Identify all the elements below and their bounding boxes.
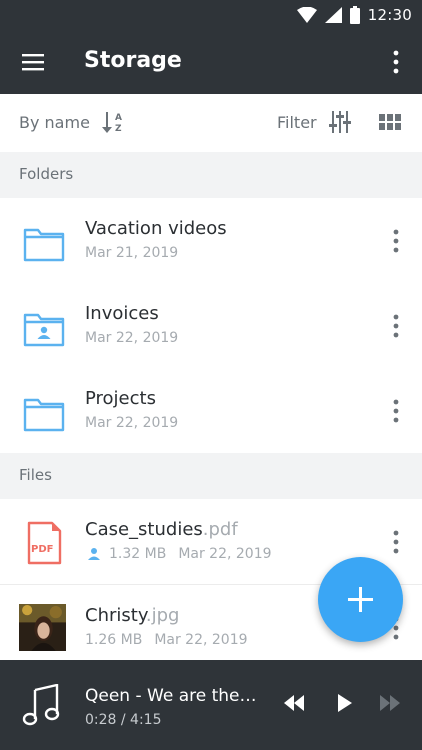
folder-name: Invoices [85, 303, 159, 324]
file-name: Case_studies.pdf [85, 519, 238, 540]
track-title: Qeen - We are the… [85, 686, 257, 706]
menu-icon[interactable] [22, 50, 46, 74]
more-options-icon[interactable] [384, 48, 408, 76]
music-note-icon [22, 684, 60, 726]
pdf-label: PDF [31, 544, 53, 555]
file-size: 1.26 MB [85, 632, 143, 648]
pdf-icon: PDF [27, 521, 62, 565]
track-time: 0:28 / 4:15 [85, 712, 162, 728]
date-text: Mar 22, 2019 [85, 415, 179, 431]
shared-folder-icon [23, 313, 65, 347]
row-more-icon[interactable] [385, 313, 407, 339]
signal-icon [324, 7, 342, 23]
svg-text:Z: Z [115, 124, 122, 134]
folder-icon [23, 398, 65, 432]
status-time: 12:30 [367, 6, 412, 24]
filter-sliders-icon [328, 111, 351, 133]
folder-icon [23, 228, 65, 262]
folder-row[interactable]: Invoices Mar 22, 2019 [0, 283, 422, 369]
status-bar: 12:30 [0, 0, 422, 30]
add-fab-button[interactable] [318, 557, 403, 642]
folder-name: Vacation videos [85, 218, 227, 239]
battery-icon [349, 6, 360, 24]
rewind-icon[interactable] [282, 693, 306, 713]
folder-date: Mar 22, 2019 [85, 330, 178, 346]
play-icon[interactable] [336, 693, 354, 713]
sort-az-icon: A Z [101, 112, 122, 134]
filter-label: Filter [277, 112, 317, 132]
fast-forward-icon[interactable] [378, 693, 402, 713]
folder-date: Mar 22, 2019 [85, 415, 178, 431]
section-header-files: Files [0, 453, 422, 499]
page-title: Storage [84, 48, 182, 73]
status-icons: 12:30 [296, 4, 412, 26]
media-player-bar[interactable]: Qeen - We are the… 0:28 / 4:15 [0, 660, 422, 750]
file-extension: .pdf [202, 519, 238, 540]
folder-date: Mar 21, 2019 [85, 245, 178, 261]
app-bar: Storage [0, 30, 422, 94]
section-title: Files [19, 466, 52, 484]
sort-by-name-button[interactable]: By name A Z [19, 110, 124, 134]
plus-icon [348, 587, 373, 612]
folder-row[interactable]: Projects Mar 22, 2019 [0, 368, 422, 454]
row-more-icon[interactable] [385, 228, 407, 254]
file-name: Christy.jpg [85, 605, 179, 626]
section-title: Folders [19, 165, 74, 183]
file-basename: Christy [85, 605, 146, 626]
file-size: 1.32 MB [109, 546, 167, 562]
file-extension: .jpg [145, 605, 180, 626]
svg-text:A: A [115, 113, 122, 123]
section-header-folders: Folders [0, 152, 422, 198]
sort-filter-bar: By name A Z Filter [0, 94, 422, 153]
row-more-icon[interactable] [385, 398, 407, 424]
image-thumbnail [19, 604, 66, 651]
file-date: Mar 22, 2019 [154, 632, 248, 648]
file-basename: Case_studies [85, 519, 203, 540]
filter-button[interactable]: Filter [277, 110, 351, 134]
folder-row[interactable]: Vacation videos Mar 21, 2019 [0, 198, 422, 284]
row-more-icon[interactable] [385, 529, 407, 555]
folder-name: Projects [85, 388, 156, 409]
shared-person-icon [88, 548, 100, 560]
file-date: Mar 22, 2019 [178, 546, 272, 562]
date-text: Mar 21, 2019 [85, 245, 179, 261]
sort-label: By name [19, 112, 90, 132]
file-meta: 1.26 MB Mar 22, 2019 [85, 632, 248, 648]
grid-view-icon[interactable] [379, 114, 401, 132]
date-text: Mar 22, 2019 [85, 330, 179, 346]
file-meta: 1.32 MB Mar 22, 2019 [85, 546, 272, 562]
wifi-icon [296, 7, 317, 23]
